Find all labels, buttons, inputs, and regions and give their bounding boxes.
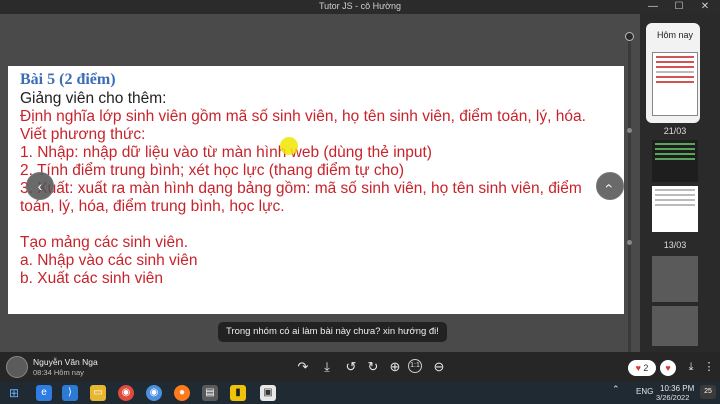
actual-size-icon[interactable]: 1:1	[408, 359, 422, 373]
doc-line: a. Nhập vào các sinh viên	[20, 252, 198, 269]
timeline-dot[interactable]	[627, 240, 632, 245]
date-label: 21/03	[663, 126, 687, 136]
thumb-line	[656, 66, 694, 68]
tray-chevron-icon[interactable]: ⌃	[612, 384, 620, 395]
document-image: Bài 5 (2 điểm) Giảng viên cho thêm: Định…	[8, 66, 624, 314]
doc-line: Định nghĩa lớp sinh viên gồm mã số sinh …	[20, 108, 586, 125]
exercise-heading: Bài 5 (2 điểm)	[20, 71, 116, 88]
date-label: 13/03	[663, 240, 687, 250]
timeline-handle[interactable]	[625, 32, 634, 41]
heart-icon[interactable]: ♥	[660, 360, 676, 376]
doc-spacer	[20, 216, 612, 234]
thumb-line	[655, 153, 695, 155]
next-image-button[interactable]: ‹	[596, 172, 624, 200]
rotate-right-icon[interactable]: ↻	[364, 359, 382, 375]
doc-line: 1. Nhập: nhập dữ liệu vào từ màn hình we…	[20, 144, 432, 161]
image-viewer[interactable]: Bài 5 (2 điểm) Giảng viên cho thêm: Định…	[0, 14, 640, 352]
chevron-up-icon: ‹	[602, 183, 618, 189]
thumbnail[interactable]	[652, 256, 698, 302]
clock-date[interactable]: 3/26/2022	[656, 393, 689, 402]
reaction-count: 2	[643, 363, 649, 373]
doc-line: Giảng viên cho thêm:	[20, 90, 167, 107]
edge-icon[interactable]: e	[36, 385, 52, 401]
vscode-icon[interactable]: ⟩	[62, 385, 78, 401]
language-indicator[interactable]: ENG	[636, 387, 653, 396]
doc-line: 2. Tính điểm trung bình; xét học lực (th…	[20, 162, 405, 179]
post-time: 08:34 Hôm nay	[33, 368, 84, 377]
rotate-left-icon[interactable]: ↺	[342, 359, 360, 375]
cursor-highlight	[280, 137, 298, 155]
thumb-line	[655, 143, 695, 145]
zoom-in-icon[interactable]: ⊕	[386, 359, 404, 375]
image-caption: Trong nhóm có ai làm bài này chưa? xin h…	[218, 322, 447, 342]
thumb-line	[656, 76, 694, 78]
chrome-profile-icon[interactable]: ◉	[146, 385, 162, 401]
thumb-line	[656, 81, 694, 83]
thumb-line	[655, 204, 695, 206]
thumb-line	[655, 189, 695, 191]
file-explorer-icon[interactable]: ▭	[90, 385, 106, 401]
more-icon[interactable]: ⋮	[700, 359, 718, 375]
minimize-button[interactable]: —	[640, 0, 666, 14]
maximize-button[interactable]: ☐	[666, 0, 692, 14]
bottom-bar	[0, 352, 720, 382]
chevron-left-icon: ‹	[37, 178, 43, 194]
thumb-line	[655, 194, 695, 196]
share-icon[interactable]: ↷	[294, 359, 312, 375]
sticky-notes-icon[interactable]: ▮	[230, 385, 246, 401]
screenshot-app-icon[interactable]: ▣	[260, 385, 276, 401]
doc-line: Tạo mảng các sinh viên.	[20, 234, 189, 251]
doc-line: 3. Xuất: xuất ra màn hình dạng bảng gồm:…	[20, 180, 582, 197]
firefox-icon[interactable]: ●	[174, 385, 190, 401]
thumb-line	[656, 61, 694, 63]
zoom-out-icon[interactable]: ⊖	[430, 359, 448, 375]
title-bar: Tutor JS - cô Hường — ☐ ✕	[0, 0, 720, 14]
avatar[interactable]	[6, 356, 28, 378]
prev-image-button[interactable]: ‹	[26, 172, 54, 200]
doc-line: b. Xuất các sinh viên	[20, 270, 164, 287]
thumbnail[interactable]	[652, 186, 698, 232]
thumbnail-current[interactable]	[652, 52, 698, 116]
timeline-dot[interactable]	[627, 128, 632, 133]
reaction-button[interactable]: ♥ 2	[628, 360, 656, 376]
doc-line: Viết phương thức:	[20, 126, 146, 143]
doc-line: toán, lý, hóa, điểm trung bình, học lực.	[20, 198, 285, 215]
download-icon[interactable]: ⤓	[318, 359, 336, 375]
thumb-line	[656, 71, 694, 73]
author-name[interactable]: Nguyễn Văn Nga	[33, 357, 98, 367]
folder-icon[interactable]: ▤	[202, 385, 218, 401]
clock-time[interactable]: 10:36 PM	[660, 384, 694, 393]
date-label-today: Hôm nay	[656, 30, 693, 40]
thumbnail[interactable]	[652, 140, 698, 182]
thumb-line	[655, 158, 695, 160]
chrome-icon[interactable]: ◉	[118, 385, 134, 401]
download-all-icon[interactable]: ⤓	[682, 359, 700, 375]
timeline-track[interactable]	[628, 40, 631, 360]
thumbnail[interactable]	[652, 306, 698, 346]
windows-start-icon[interactable]: ⊞	[6, 385, 22, 401]
thumb-line	[656, 56, 694, 58]
thumb-line	[655, 199, 695, 201]
thumb-line	[655, 148, 695, 150]
window-title: Tutor JS - cô Hường	[318, 1, 402, 11]
notification-count[interactable]: 25	[700, 385, 716, 399]
close-button[interactable]: ✕	[692, 0, 718, 14]
